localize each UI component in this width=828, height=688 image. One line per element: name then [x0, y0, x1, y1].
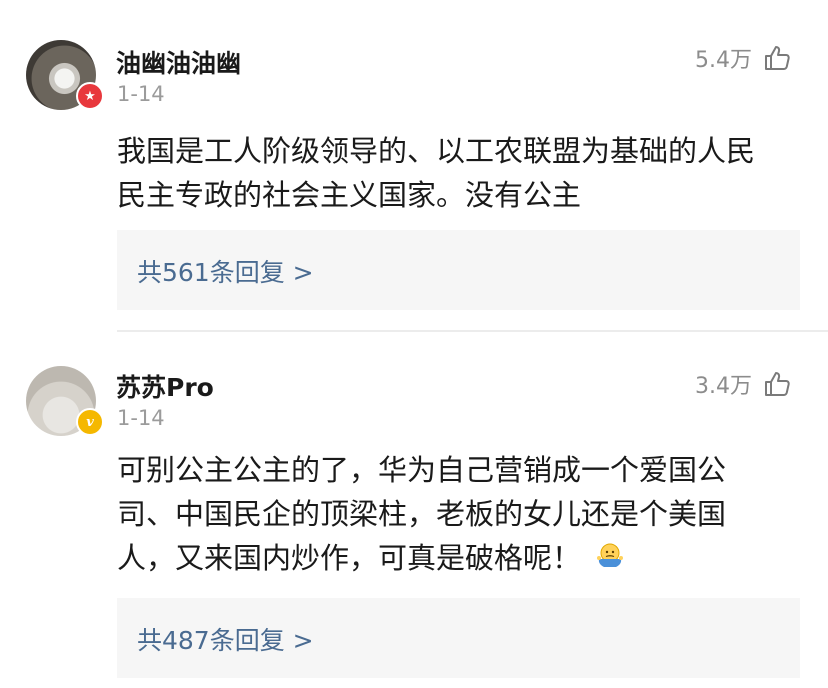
- like-button[interactable]: 3.4万: [695, 368, 792, 400]
- comment-text: 我国是工人阶级领导的、以工农联盟为基础的人民 民主专政的社会主义国家。没有公主: [117, 129, 807, 217]
- comment-text-line: 可别公主公主的了，华为自己营销成一个爱国公: [117, 453, 727, 487]
- username[interactable]: 油幽油油幽: [116, 44, 241, 80]
- like-count: 5.4万: [695, 48, 752, 73]
- like-button[interactable]: 5.4万: [695, 42, 792, 74]
- username[interactable]: 苏苏Pro: [116, 368, 214, 404]
- comment-text-line-last: 人，又来国内炒作，可真是破格呢！: [117, 536, 807, 580]
- comment-date: 1-14: [117, 406, 165, 430]
- replies-box[interactable]: 共487条回复 >: [117, 598, 800, 678]
- view-replies-link[interactable]: 共561条回复 >: [137, 253, 314, 289]
- star-badge-icon: ★: [76, 82, 104, 110]
- replies-box[interactable]: 共561条回复 >: [117, 230, 800, 310]
- comment-item: ★ 油幽油油幽 1-14 5.4万 我国是工人阶级领导的、以工农联盟为基础的人民…: [0, 0, 828, 330]
- comment-text: 可别公主公主的了，华为自己营销成一个爱国公 司、中国民企的顶梁柱，老板的女儿还是…: [117, 448, 807, 580]
- like-count: 3.4万: [695, 374, 752, 399]
- thumbs-up-icon: [765, 46, 790, 70]
- view-replies-link[interactable]: 共487条回复 >: [137, 621, 314, 657]
- comment-text-line: 司、中国民企的顶梁柱，老板的女儿还是个美国: [117, 497, 727, 531]
- comment-text-line: 我国是工人阶级领导的、以工农联盟为基础的人民: [117, 134, 756, 168]
- verified-badge-icon: v: [76, 408, 104, 436]
- comment-text-line: 人，又来国内炒作，可真是破格呢！: [117, 541, 582, 575]
- thumbs-up-icon: [765, 372, 790, 396]
- comment-text-line: 民主专政的社会主义国家。没有公主: [117, 178, 582, 212]
- comment-item: v 苏苏Pro 1-14 3.4万 可别公主公主的了，华为自己营销成一个爱国公 …: [0, 332, 828, 688]
- shrug-emoji-icon: [597, 543, 624, 567]
- comment-date: 1-14: [117, 82, 165, 106]
